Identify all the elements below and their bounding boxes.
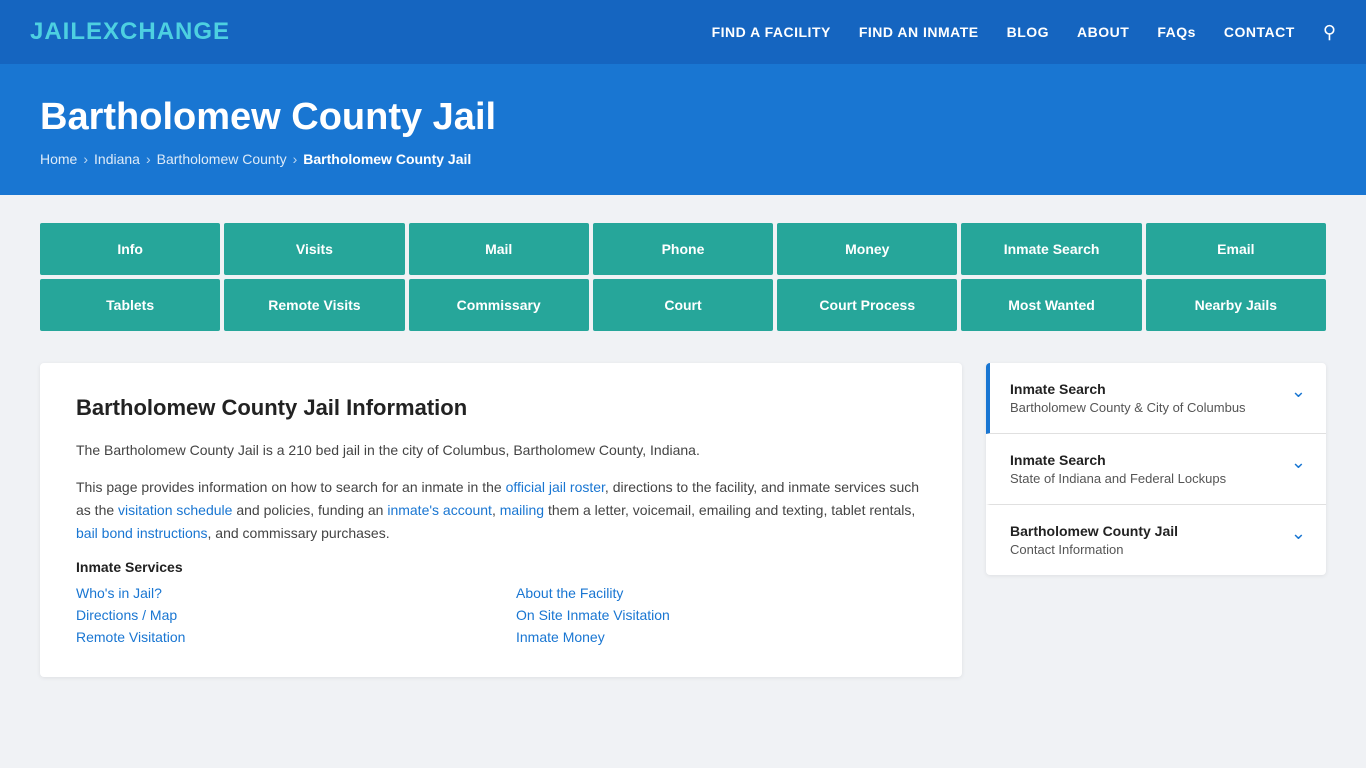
right-panel: Inmate Search Bartholomew County & City … <box>986 363 1326 575</box>
logo-exchange: EXCHANGE <box>86 18 230 45</box>
search-icon-button[interactable]: ⚲ <box>1323 22 1336 43</box>
breadcrumb-sep-2: › <box>146 151 151 167</box>
right-item-contact-info[interactable]: Bartholomew County Jail Contact Informat… <box>986 505 1326 575</box>
tab-inmate-search[interactable]: Inmate Search <box>961 223 1141 275</box>
right-item-title-3: Bartholomew County Jail <box>1010 523 1178 539</box>
right-item-subtitle-1: Bartholomew County & City of Columbus <box>1010 400 1246 415</box>
tabs-row-2: Tablets Remote Visits Commissary Court C… <box>40 279 1326 331</box>
chevron-down-icon-1: ⌄ <box>1291 381 1306 402</box>
service-about-facility[interactable]: About the Facility <box>516 585 926 601</box>
tab-mail[interactable]: Mail <box>409 223 589 275</box>
para2-tail: them a letter, voicemail, emailing and t… <box>544 502 915 518</box>
nav-faqs[interactable]: FAQs <box>1157 24 1196 40</box>
right-item-subtitle-3: Contact Information <box>1010 542 1178 557</box>
breadcrumb-home[interactable]: Home <box>40 151 77 167</box>
right-item-inmate-search-county[interactable]: Inmate Search Bartholomew County & City … <box>986 363 1326 434</box>
breadcrumb-current: Bartholomew County Jail <box>303 151 471 167</box>
service-directions[interactable]: Directions / Map <box>76 607 486 623</box>
right-item-inmate-search-state[interactable]: Inmate Search State of Indiana and Feder… <box>986 434 1326 505</box>
chevron-down-icon-3: ⌄ <box>1291 523 1306 544</box>
services-heading: Inmate Services <box>76 559 926 575</box>
site-logo[interactable]: JAILEXCHANGE <box>30 18 230 46</box>
hero-banner: Bartholomew County Jail Home › Indiana ›… <box>0 64 1366 195</box>
right-item-subtitle-2: State of Indiana and Federal Lockups <box>1010 471 1226 486</box>
tab-commissary[interactable]: Commissary <box>409 279 589 331</box>
services-list: Who's in Jail? About the Facility Direct… <box>76 585 926 645</box>
main-content: Bartholomew County Jail Information The … <box>0 335 1366 705</box>
service-on-site-visitation[interactable]: On Site Inmate Visitation <box>516 607 926 623</box>
tab-tablets[interactable]: Tablets <box>40 279 220 331</box>
logo-jail: JAIL <box>30 18 86 45</box>
tabs-row-1: Info Visits Mail Phone Money Inmate Sear… <box>40 223 1326 275</box>
right-item-title-2: Inmate Search <box>1010 452 1226 468</box>
service-inmate-money[interactable]: Inmate Money <box>516 629 926 645</box>
tabs-section: Info Visits Mail Phone Money Inmate Sear… <box>0 195 1366 331</box>
page-title: Bartholomew County Jail <box>40 96 1326 139</box>
tab-most-wanted[interactable]: Most Wanted <box>961 279 1141 331</box>
tab-remote-visits[interactable]: Remote Visits <box>224 279 404 331</box>
site-header: JAILEXCHANGE FIND A FACILITY FIND AN INM… <box>0 0 1366 64</box>
tab-email[interactable]: Email <box>1146 223 1326 275</box>
link-bail-bond[interactable]: bail bond instructions <box>76 525 208 541</box>
nav-find-facility[interactable]: FIND A FACILITY <box>712 24 831 40</box>
service-remote-visitation[interactable]: Remote Visitation <box>76 629 486 645</box>
para2-before: This page provides information on how to… <box>76 479 506 495</box>
nav-about[interactable]: ABOUT <box>1077 24 1129 40</box>
nav-contact[interactable]: CONTACT <box>1224 24 1295 40</box>
link-inmate-account[interactable]: inmate's account <box>387 502 492 518</box>
link-mailing[interactable]: mailing <box>500 502 544 518</box>
tab-visits[interactable]: Visits <box>224 223 404 275</box>
para2-sep1: , <box>492 502 500 518</box>
inmate-services: Inmate Services Who's in Jail? About the… <box>76 559 926 645</box>
tab-info[interactable]: Info <box>40 223 220 275</box>
breadcrumb-county[interactable]: Bartholomew County <box>157 151 287 167</box>
link-visitation-schedule[interactable]: visitation schedule <box>118 502 232 518</box>
para2-tail2: , and commissary purchases. <box>208 525 390 541</box>
para2-mid2: and policies, funding an <box>232 502 387 518</box>
tab-money[interactable]: Money <box>777 223 957 275</box>
breadcrumb: Home › Indiana › Bartholomew County › Ba… <box>40 151 1326 167</box>
breadcrumb-sep-1: › <box>83 151 88 167</box>
info-heading: Bartholomew County Jail Information <box>76 395 926 421</box>
right-item-title-1: Inmate Search <box>1010 381 1246 397</box>
main-nav: FIND A FACILITY FIND AN INMATE BLOG ABOU… <box>712 22 1336 43</box>
link-jail-roster[interactable]: official jail roster <box>506 479 605 495</box>
info-panel: Bartholomew County Jail Information The … <box>40 363 962 677</box>
tab-nearby-jails[interactable]: Nearby Jails <box>1146 279 1326 331</box>
nav-blog[interactable]: BLOG <box>1007 24 1049 40</box>
tab-phone[interactable]: Phone <box>593 223 773 275</box>
tab-court-process[interactable]: Court Process <box>777 279 957 331</box>
info-para-1: The Bartholomew County Jail is a 210 bed… <box>76 439 926 462</box>
tab-court[interactable]: Court <box>593 279 773 331</box>
breadcrumb-sep-3: › <box>293 151 298 167</box>
info-para-2: This page provides information on how to… <box>76 476 926 545</box>
nav-find-inmate[interactable]: FIND AN INMATE <box>859 24 979 40</box>
chevron-down-icon-2: ⌄ <box>1291 452 1306 473</box>
breadcrumb-indiana[interactable]: Indiana <box>94 151 140 167</box>
service-whos-in-jail[interactable]: Who's in Jail? <box>76 585 486 601</box>
